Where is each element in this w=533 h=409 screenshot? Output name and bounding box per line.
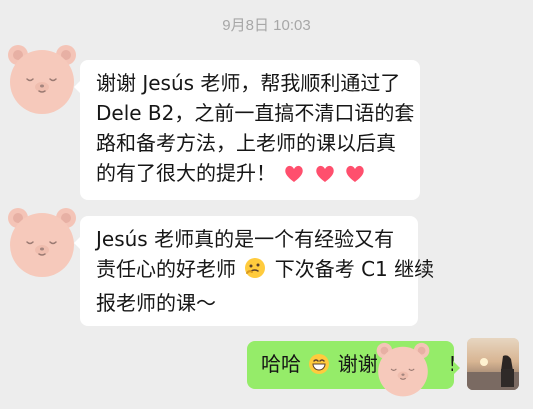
message-line-with-hearts: 的有了很大的提升！ xyxy=(96,158,406,192)
message-line: 路和备考方法，上老师的课以后真 xyxy=(96,131,396,155)
message-line-with-emoji: 责任心的好老师 下次备考 C1 继续 xyxy=(96,254,434,288)
heart-icon xyxy=(283,162,305,192)
user-avatar[interactable] xyxy=(467,338,519,390)
grinning-face-icon xyxy=(308,353,330,383)
bear-face-icon xyxy=(8,45,76,114)
user-photo-icon xyxy=(467,338,519,390)
heart-icon xyxy=(314,162,336,192)
contact-avatar[interactable] xyxy=(2,40,82,120)
thinking-face-icon xyxy=(243,256,267,288)
message-line: 报老师的课～ xyxy=(96,291,216,315)
message-line: 的有了很大的提升！ xyxy=(96,161,276,185)
message-line: 谢谢 Jesús 老师，帮我顺利通过了 xyxy=(96,71,401,95)
bear-face-icon xyxy=(8,208,76,277)
message-line: Dele B2，之前一直搞不清口语的套 xyxy=(96,101,415,125)
message-text: 哈哈 xyxy=(261,352,301,376)
message-timestamp: 9月8日 10:03 xyxy=(222,17,311,34)
message-end-text: ! xyxy=(448,352,457,376)
contact-avatar[interactable] xyxy=(2,203,82,283)
message-line: 下次备考 C1 继续 xyxy=(274,257,435,281)
heart-icon xyxy=(344,162,366,192)
message-line: Jesús 老师真的是一个有经验又有 xyxy=(96,227,395,251)
incoming-message-bubble[interactable]: 谢谢 Jesús 老师，帮我顺利通过了 Dele B2，之前一直搞不清口语的套 … xyxy=(74,60,420,200)
incoming-message-bubble[interactable]: Jesús 老师真的是一个有经验又有 责任心的好老师 下次备考 C1 继续 报老… xyxy=(74,216,434,326)
message-line: 责任心的好老师 xyxy=(96,257,236,281)
bear-face-icon xyxy=(376,342,430,397)
bear-sticker-overlay xyxy=(372,339,434,401)
